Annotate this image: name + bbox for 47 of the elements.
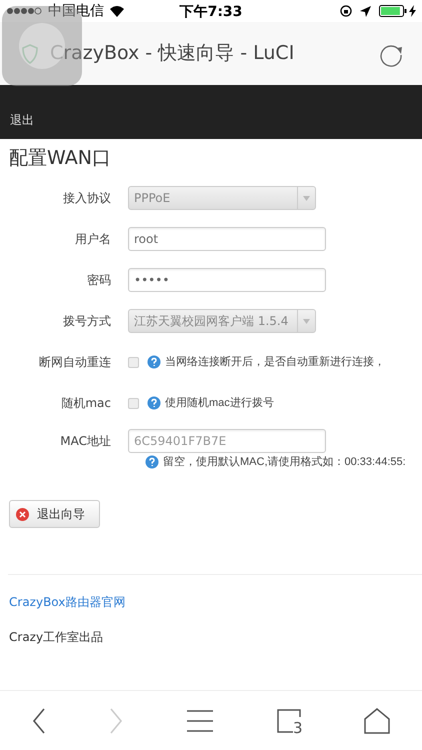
nav-link[interactable]: 退出 [10, 111, 34, 129]
help-icon [147, 355, 161, 370]
wifi-icon [109, 5, 125, 17]
tabs-button[interactable]: 3 [276, 708, 301, 732]
carrier-name: 中国电信 [48, 2, 104, 20]
page-title: CrazyBox - 快速向导 - LuCI [50, 41, 294, 66]
checkbox[interactable] [128, 356, 139, 368]
field-label: 拨号方式 [62, 313, 112, 330]
help-text: 使用随机mac进行拨号 [165, 396, 274, 412]
footer-link[interactable]: CrazyBox路由器官网 [9, 593, 126, 612]
field-label: 密码 [86, 272, 112, 290]
exit-wizard-button[interactable]: 退出向导 [9, 500, 100, 528]
signal-icon [6, 5, 44, 17]
caret-icon [303, 318, 310, 324]
forward-icon [109, 708, 124, 734]
back-icon [32, 708, 46, 734]
home-icon [364, 708, 390, 734]
shield-icon [22, 44, 38, 64]
input-field[interactable]: root [128, 227, 326, 252]
help-icon [145, 455, 159, 470]
section-heading: 配置WAN口 [9, 147, 112, 170]
caret-icon [303, 196, 310, 201]
select-field[interactable]: 江苏天翼校园网客户端 1.5.4 [128, 309, 316, 334]
menu-button[interactable] [186, 710, 213, 732]
battery-icon [379, 5, 407, 17]
help-text: 留空，使用默认MAC,请使用格式如：00:33:44:55: [163, 454, 406, 470]
field-label: 随机mac [60, 395, 112, 412]
select-field[interactable]: PPPoE [128, 186, 316, 210]
help-icon [147, 396, 161, 410]
tabs-icon [276, 708, 301, 732]
back-button[interactable] [32, 708, 46, 734]
location-arrow-icon [360, 6, 371, 16]
close-icon [16, 508, 29, 521]
input-field[interactable]: 6C59401F7B7E [128, 428, 326, 453]
input-field[interactable]: ••••• [128, 268, 326, 292]
checkbox[interactable] [128, 398, 139, 409]
charging-bolt-icon [409, 5, 416, 17]
credit-text: Crazy工作室出品 [9, 629, 104, 646]
field-label: 用户名 [74, 231, 112, 248]
field-label: 接入协议 [62, 190, 112, 208]
field-label: MAC地址 [59, 432, 112, 450]
clock-time: 下午7:33 [180, 4, 242, 20]
field-label: 断网自动重连 [38, 354, 112, 372]
help-text: 当网络连接断开后，是否自动重新进行连接， [165, 354, 385, 370]
menu-icon [186, 710, 213, 732]
rotation-lock-icon [340, 5, 352, 17]
home-button[interactable] [364, 708, 390, 734]
